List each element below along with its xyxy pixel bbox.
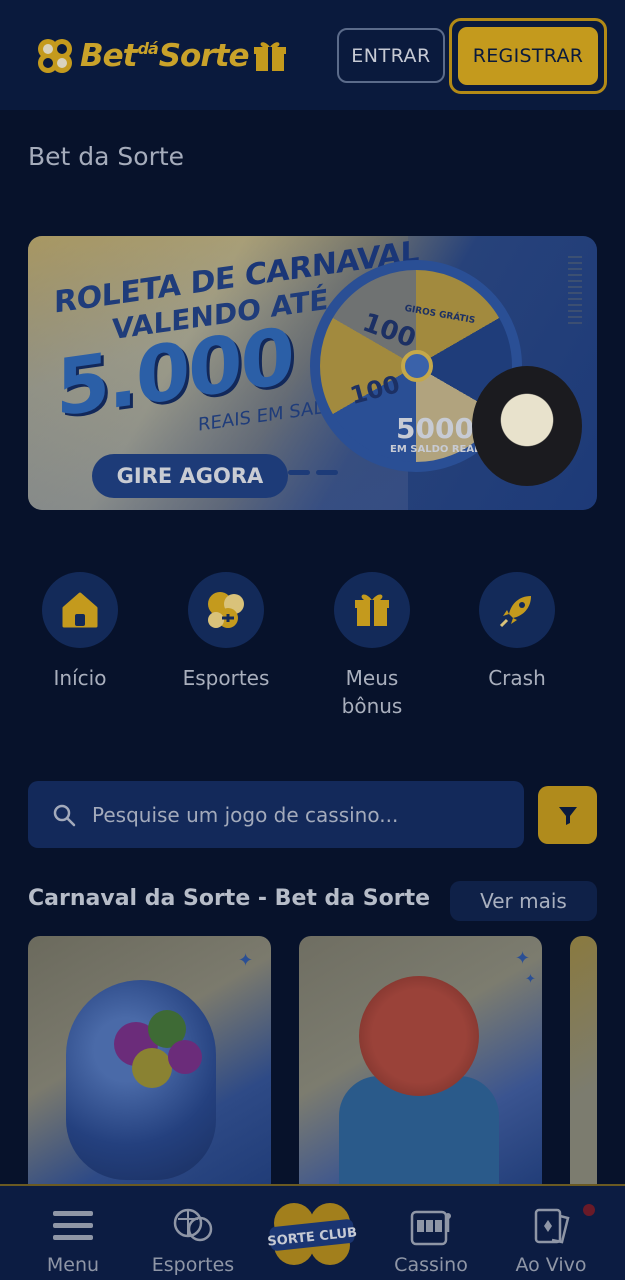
- login-button[interactable]: ENTRAR: [337, 28, 445, 83]
- wheel-label: 5000: [396, 412, 474, 445]
- sorte-club-logo[interactable]: SORTE CLUB: [266, 1199, 358, 1269]
- bet-da-sorte-logo[interactable]: BetdáSorte: [34, 34, 287, 78]
- quick-link-circle: [334, 572, 410, 648]
- quick-link-crash[interactable]: Crash: [457, 572, 577, 692]
- spin-now-button[interactable]: GIRE AGORA: [92, 454, 288, 498]
- star-decor: ✦: [525, 972, 536, 987]
- rocket-icon: [499, 596, 531, 628]
- ball-graphic: [132, 1048, 172, 1088]
- register-button-label: REGISTRAR: [458, 27, 598, 85]
- nav-label: Ao Vivo: [515, 1254, 587, 1276]
- cards-icon: [534, 1208, 570, 1244]
- banner-pagination[interactable]: [288, 470, 338, 475]
- bull-character: [359, 976, 479, 1096]
- wheel-hub: [401, 350, 433, 382]
- top-header: BetdáSorte ENTRAR REGISTRAR: [0, 0, 625, 110]
- sports-balls-icon: [208, 592, 244, 628]
- game-card[interactable]: [570, 936, 597, 1196]
- quick-link-label: Crash: [488, 666, 546, 690]
- hamburger-icon: [53, 1211, 93, 1240]
- mascot-image: [472, 366, 582, 486]
- casino-search-bar[interactable]: [28, 781, 524, 848]
- search-input[interactable]: [92, 802, 492, 827]
- filter-button[interactable]: [538, 786, 597, 844]
- quick-link-inicio[interactable]: Início: [20, 572, 140, 692]
- live-indicator-dot: [583, 1204, 595, 1216]
- nav-esportes[interactable]: Esportes: [138, 1206, 248, 1276]
- quick-link-label: Início: [53, 666, 107, 690]
- search-icon: [53, 804, 76, 826]
- promo-banner[interactable]: ROLETA DE CARNAVAL VALENDO ATÉ 5.000 REA…: [28, 236, 597, 510]
- filter-icon: [558, 807, 577, 825]
- banner-disclaimer: [568, 256, 582, 326]
- nav-cassino[interactable]: Cassino: [376, 1206, 486, 1276]
- quick-link-circle: [188, 572, 264, 648]
- wheel-label: EM SALDO REAL: [390, 444, 481, 455]
- quick-link-label: Esportes: [182, 666, 270, 690]
- logo-wordmark: BetdáSorte: [80, 38, 249, 74]
- nav-label: Cassino: [394, 1254, 468, 1276]
- clover-logo-icon: [38, 39, 72, 73]
- slot-machine-icon: [410, 1210, 451, 1246]
- quick-link-circle: [42, 572, 118, 648]
- ball-graphic: [168, 1040, 202, 1074]
- star-decor: ✦: [515, 948, 531, 969]
- game-card[interactable]: ✦ ✦: [299, 936, 542, 1196]
- register-button[interactable]: REGISTRAR: [449, 18, 607, 94]
- banner-dot[interactable]: [316, 470, 338, 475]
- game-card[interactable]: ✦: [28, 936, 271, 1196]
- page-title: Bet da Sorte: [28, 142, 185, 171]
- banner-dot[interactable]: [288, 470, 310, 475]
- nav-label: Menu: [46, 1254, 100, 1276]
- star-decor: ✦: [238, 950, 254, 971]
- see-more-button[interactable]: Ver mais: [450, 881, 597, 921]
- sports-balls-icon: [173, 1208, 213, 1242]
- gift-logo-icon: [253, 42, 286, 71]
- section-title: Carnaval da Sorte - Bet da Sorte: [28, 886, 431, 911]
- quick-link-label: Meus bônus: [341, 666, 403, 718]
- quick-link-circle: [479, 572, 555, 648]
- gift-icon: [355, 594, 389, 626]
- nav-ao-vivo[interactable]: Ao Vivo: [496, 1206, 606, 1276]
- nav-label: Esportes: [151, 1254, 235, 1276]
- nav-menu[interactable]: Menu: [18, 1206, 128, 1276]
- quick-link-esportes[interactable]: Esportes: [166, 572, 286, 692]
- home-icon: [62, 592, 98, 628]
- quick-link-meus-bonus[interactable]: Meus bônus: [312, 572, 432, 720]
